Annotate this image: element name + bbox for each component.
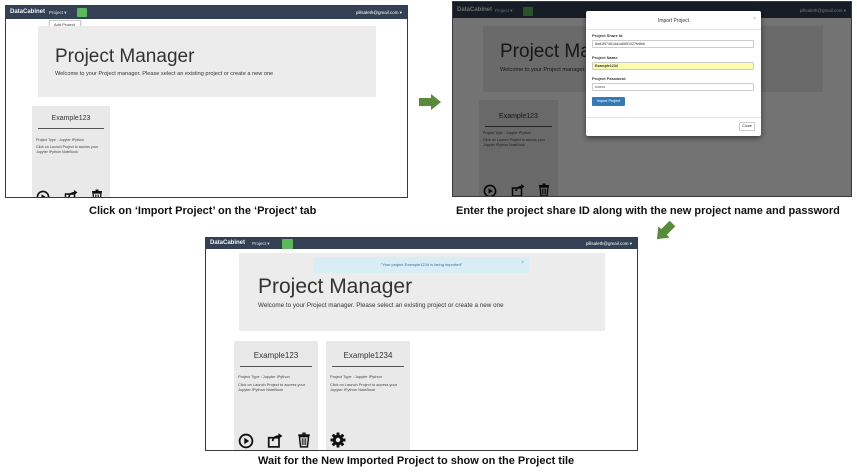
tile-name: Example1234 <box>343 351 393 360</box>
page-lead: Welcome to your Project manager. Please … <box>258 302 504 309</box>
page-title: Project Manager <box>55 46 195 67</box>
modal-close-icon[interactable]: × <box>753 16 756 22</box>
brand-logo[interactable]: DataCabinet <box>10 9 45 15</box>
import-project-button[interactable]: Import Project <box>592 97 625 106</box>
project-menu[interactable]: Project ▾ <box>252 241 270 247</box>
green-button[interactable] <box>282 239 293 249</box>
tile-name: Example123 <box>253 351 299 360</box>
tile-divider <box>38 128 104 129</box>
project-tile[interactable]: Example123 Project Type : Jupyter IPytho… <box>32 106 110 197</box>
caption-step3: Wait for the New Imported Project to sho… <box>258 455 575 467</box>
tile-type: Project Type : Jupyter IPython <box>238 374 290 379</box>
brand-logo[interactable]: DataCabinet <box>210 240 245 246</box>
play-icon[interactable] <box>238 433 254 449</box>
user-menu[interactable]: pillsaleth@gmail.com ▾ <box>356 10 402 16</box>
arrow-down-left-icon <box>652 221 676 243</box>
caption-step2: Enter the project share ID along with th… <box>456 205 840 217</box>
alert-text: "Your project Example1234 is being impor… <box>380 262 463 267</box>
tile-name: Example123 <box>51 115 91 122</box>
play-icon[interactable] <box>36 190 50 197</box>
trash-icon[interactable] <box>91 189 103 197</box>
project-tile[interactable]: Example1234 Project Type : Jupyter IPyth… <box>326 341 410 450</box>
caption-step1: Click on ‘Import Project’ on the ‘Projec… <box>89 205 317 217</box>
navbar: DataCabinet Project ▾ pillsaleth@gmail.c… <box>6 6 407 19</box>
close-button[interactable]: Close <box>739 122 755 131</box>
project-name-input[interactable]: Example1234 <box>592 62 754 70</box>
modal-title: Import Project <box>657 18 690 24</box>
share-icon[interactable] <box>64 189 78 197</box>
arrow-right-icon <box>419 94 441 110</box>
tile-desc: Click on Launch Project to access your J… <box>36 145 98 154</box>
tile-desc: Click on Launch Project to access your J… <box>330 382 398 392</box>
project-tile[interactable]: Example123 Project Type : Jupyter IPytho… <box>234 341 318 450</box>
screenshot-step1: DataCabinet Project ▾ pillsaleth@gmail.c… <box>5 5 408 198</box>
page-lead: Welcome to your Project manager. Please … <box>55 71 274 77</box>
screenshot-step2: DataCabinet Project ▾ pillsaleth@gmail.c… <box>452 1 852 197</box>
modal-footer-divider <box>586 117 761 118</box>
tile-type: Project Type : Jupyter IPython <box>36 138 84 142</box>
share-id-label: Project Share Id <box>592 33 623 38</box>
user-menu[interactable]: pillsaleth@gmail.com ▾ <box>586 241 632 247</box>
share-id-input[interactable]: 8ad1f57461da1a6651027fe8b6 <box>592 40 754 48</box>
tile-divider <box>332 366 404 367</box>
tile-divider <box>240 366 312 367</box>
project-password-input[interactable]: •••••••• <box>592 83 754 91</box>
jumbotron: Project Manager Welcome to your Project … <box>38 26 376 97</box>
green-button[interactable] <box>77 8 87 17</box>
screenshot-step3: DataCabinet Project ▾ pillsaleth@gmail.c… <box>205 237 638 451</box>
project-name-label: Project Name <box>592 55 618 60</box>
import-status-alert: "Your project Example1234 is being impor… <box>314 257 529 273</box>
trash-icon[interactable] <box>297 432 311 448</box>
project-menu[interactable]: Project ▾ <box>49 10 67 16</box>
tile-type: Project Type : Jupyter IPython <box>330 374 382 379</box>
page-title: Project Manager <box>258 275 413 298</box>
import-project-modal: Import Project × Project Share Id 8ad1f5… <box>586 11 761 136</box>
modal-header-divider <box>586 29 761 30</box>
share-icon[interactable] <box>267 432 283 448</box>
tile-desc: Click on Launch Project to access your J… <box>238 382 306 392</box>
alert-close-icon[interactable]: × <box>521 260 524 266</box>
navbar: DataCabinet Project ▾ pillsaleth@gmail.c… <box>206 238 637 249</box>
project-password-label: Project Password <box>592 76 626 81</box>
gear-icon[interactable] <box>330 432 346 448</box>
